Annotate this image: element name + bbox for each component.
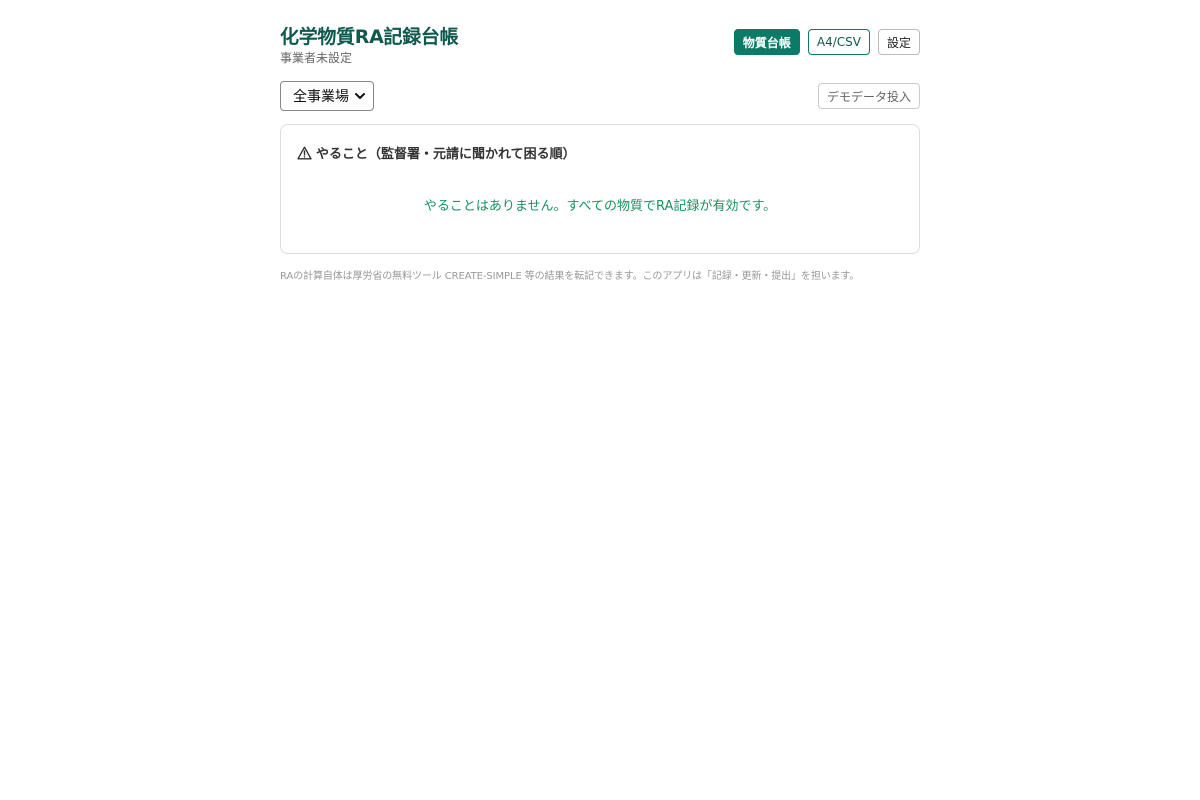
main-nav: 物質台帳 A4/CSV 設定	[733, 29, 920, 55]
company-name: 事業者未設定	[280, 51, 353, 65]
site-select[interactable]: 全事業場	[280, 81, 374, 111]
chevron-down-icon	[355, 93, 365, 99]
warning-icon	[297, 146, 312, 159]
site-select-value: 全事業場	[293, 89, 349, 105]
app-header: 化学物質RA記録台帳 事業者未設定 物質台帳 A4/CSV 設定	[280, 0, 920, 80]
app-container: 化学物質RA記録台帳 事業者未設定 物質台帳 A4/CSV 設定 全事業場 デモ…	[280, 0, 920, 282]
todo-card: やること（監督署・元請に聞かれて困る順） やることはありません。すべての物質でR…	[280, 124, 920, 254]
nav-a4-csv-button[interactable]: A4/CSV	[807, 29, 870, 55]
footer-note: RAの計算自体は厚労省の無料ツール CREATE-SIMPLE 等の結果を転記で…	[280, 271, 860, 282]
nav-settings-button[interactable]: 設定	[877, 29, 920, 55]
toolbar: 全事業場 デモデータ投入	[280, 80, 920, 120]
todo-heading-text: やること（監督署・元請に聞かれて困る順）	[316, 147, 576, 162]
app-title: 化学物質RA記録台帳	[280, 26, 459, 48]
demo-data-button[interactable]: デモデータ投入	[817, 83, 920, 109]
nav-substance-ledger-button[interactable]: 物質台帳	[733, 29, 800, 55]
todo-empty-message: やることはありません。すべての物質でRA記録が有効です。	[423, 199, 777, 214]
todo-heading: やること（監督署・元請に聞かれて困る順）	[297, 143, 576, 162]
